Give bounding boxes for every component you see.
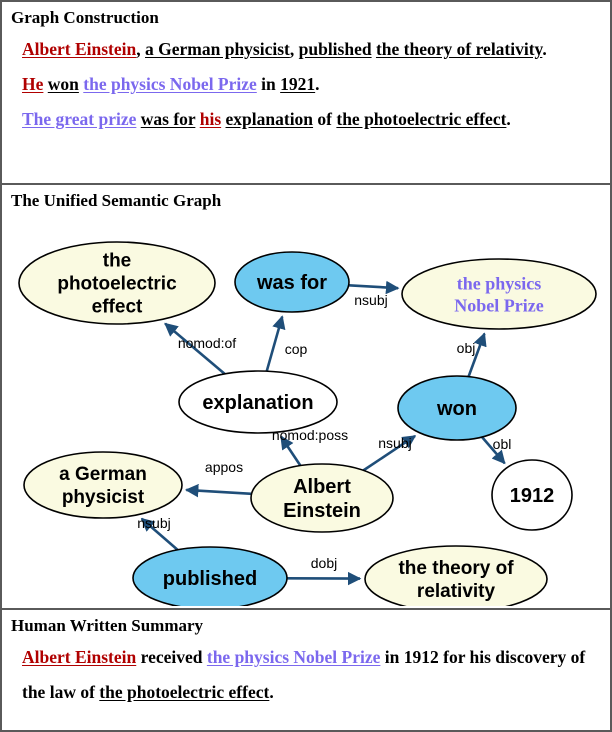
graph-edge-appos xyxy=(184,483,252,498)
text-token: . xyxy=(269,682,274,702)
text-token: The great prize xyxy=(22,109,137,129)
graph-node-albert-einstein[interactable]: AlbertEinstein xyxy=(250,463,394,533)
text-token: . xyxy=(315,74,320,94)
graph-node-label: relativity xyxy=(417,581,496,602)
graph-edge-label: appos xyxy=(205,459,243,475)
panel-title-human-written-summary: Human Written Summary xyxy=(11,616,204,635)
text-token: of xyxy=(313,109,337,129)
text-token: 1921 xyxy=(280,74,316,94)
text-token: was for xyxy=(140,109,196,129)
text-token: , xyxy=(289,39,299,59)
graph-edge-nsubj xyxy=(348,280,400,295)
graph-node-label: was for xyxy=(256,272,327,294)
graph-node-label: the xyxy=(103,251,132,272)
graph-node-label: Albert xyxy=(293,476,351,498)
graph-node-label: a German xyxy=(59,464,147,485)
figure-container: Graph Construction Albert Einstein, a Ge… xyxy=(0,0,612,732)
graph-node-theory-relativity[interactable]: the theory ofrelativity xyxy=(364,545,548,606)
graph-edge-label: nsubj xyxy=(137,515,170,531)
graph-node-label: photoelectric xyxy=(57,274,177,295)
text-token: the physics Nobel Prize xyxy=(206,647,381,667)
graph-construction-text: Albert Einstein, a German physicist, pub… xyxy=(2,29,610,137)
graph-edge-label: obl xyxy=(493,436,512,452)
graph-edge-label: nsubj xyxy=(378,435,411,451)
graph-node-nobel-prize[interactable]: the physicsNobel Prize xyxy=(401,258,597,330)
text-token: . xyxy=(542,39,547,59)
graph-node-label: Nobel Prize xyxy=(454,295,543,315)
graph-node-label: explanation xyxy=(202,392,313,414)
text-token: explanation xyxy=(225,109,314,129)
summary-sentence-1: Albert Einstein received the physics Nob… xyxy=(22,640,600,710)
text-token: Albert Einstein xyxy=(22,39,137,59)
text-token: Albert Einstein xyxy=(22,647,137,667)
text-token: , xyxy=(136,39,145,59)
graph-edge-label: nsubj xyxy=(354,292,387,308)
text-token: won xyxy=(47,74,79,94)
text-token: his xyxy=(199,109,222,129)
semantic-graph: nsubj cop nomod:of obj obl nomod:poss nsubj app… xyxy=(2,210,610,606)
semantic-graph-canvas: nsubjcopnomod:of objoblnomod:poss nsubjapp… xyxy=(18,241,597,606)
text-token: the photoelectric effect xyxy=(99,682,270,702)
panel-human-written-summary: Human Written Summary Albert Einstein re… xyxy=(2,610,610,730)
source-sentence-1: Albert Einstein, a German physicist, pub… xyxy=(22,32,600,67)
graph-edge-label: nomod:of xyxy=(178,335,236,351)
text-token: received xyxy=(136,647,207,667)
graph-node-label: 1912 xyxy=(510,485,555,507)
graph-node-won[interactable]: won xyxy=(397,375,517,441)
panel-title-graph-construction: Graph Construction xyxy=(11,8,159,27)
graph-edge-label: dobj xyxy=(311,555,337,571)
graph-node-label: Einstein xyxy=(283,500,361,522)
graph-node-label: physicist xyxy=(62,487,145,508)
graph-node-year-1912[interactable]: 1912 xyxy=(491,459,573,531)
text-token: the photoelectric effect xyxy=(336,109,507,129)
text-token: a German physicist xyxy=(145,39,290,59)
text-token: published xyxy=(298,39,372,59)
source-sentence-3: The great prize was for his explanation … xyxy=(22,102,600,137)
graph-node-german-physicist[interactable]: a Germanphysicist xyxy=(23,451,183,519)
graph-nodes-layer: thephotoelectriceffect was for the physics… xyxy=(18,241,597,606)
text-token: the theory of relativity xyxy=(375,39,543,59)
graph-node-label: effect xyxy=(92,297,143,318)
graph-node-label: published xyxy=(163,568,257,590)
graph-node-photoelectric[interactable]: thephotoelectriceffect xyxy=(18,241,216,325)
graph-node-shape xyxy=(401,258,597,330)
graph-edge-label: obj xyxy=(457,340,476,356)
text-token: the physics Nobel Prize xyxy=(83,74,257,94)
graph-node-label: won xyxy=(436,398,477,420)
panel-unified-semantic-graph: The Unified Semantic Graph nsubj cop nomod… xyxy=(2,185,610,610)
graph-node-label: the physics xyxy=(457,273,542,293)
panel-graph-construction: Graph Construction Albert Einstein, a Ge… xyxy=(2,2,610,185)
graph-node-explanation[interactable]: explanation xyxy=(178,370,338,434)
text-token: He xyxy=(22,74,44,94)
text-token: in xyxy=(256,74,281,94)
text-token: . xyxy=(506,109,511,129)
graph-node-published[interactable]: published xyxy=(132,546,288,606)
panel-title-unified-semantic-graph: The Unified Semantic Graph xyxy=(11,191,222,210)
graph-node-was-for[interactable]: was for xyxy=(234,251,350,313)
source-sentence-2: He won the physics Nobel Prize in 1921. xyxy=(22,67,600,102)
graph-edge-cop xyxy=(265,315,286,372)
graph-node-label: the theory of xyxy=(398,558,514,579)
graph-edge-label: cop xyxy=(285,341,308,357)
human-summary-text: Albert Einstein received the physics Nob… xyxy=(2,637,610,710)
